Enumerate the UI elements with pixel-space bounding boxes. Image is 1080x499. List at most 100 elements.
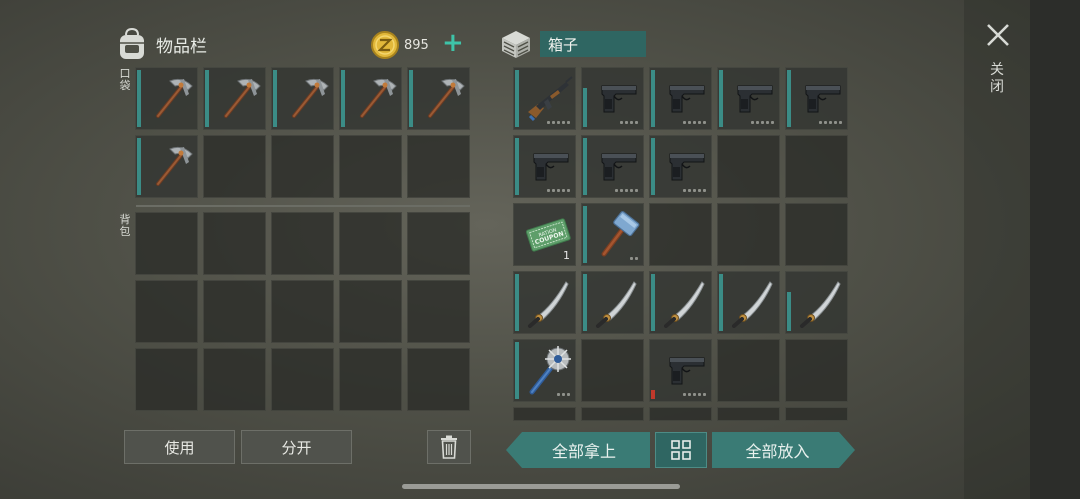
pistol-icon [601, 153, 637, 181]
durability-bar [583, 206, 587, 263]
box-slot[interactable] [649, 271, 712, 334]
durability-bar [651, 70, 655, 127]
box-slot[interactable] [649, 135, 712, 198]
box-slot[interactable] [581, 271, 644, 334]
box-slot[interactable] [513, 339, 576, 402]
box-slot[interactable]: RATION COUPON 1 [513, 203, 576, 266]
pocket-slot[interactable] [135, 135, 198, 198]
box-slot[interactable] [717, 203, 780, 266]
quality-dots [683, 393, 706, 396]
durability-bar [341, 70, 345, 127]
durability-bar [515, 342, 519, 399]
box-slot[interactable] [513, 407, 576, 421]
backpack-label: 背包 [119, 213, 131, 238]
sort-button[interactable] [655, 432, 707, 468]
box-slot[interactable] [649, 339, 712, 402]
box-slot[interactable] [581, 339, 644, 402]
box-slot[interactable] [717, 271, 780, 334]
grid-sort-icon [671, 440, 691, 460]
take-all-button[interactable]: 全部拿上 [506, 432, 650, 468]
backpack-slot[interactable] [407, 212, 470, 275]
pockets-grid [135, 67, 470, 198]
box-slot[interactable] [649, 67, 712, 130]
durability-bar [787, 292, 791, 331]
add-coins-button[interactable]: + [442, 28, 464, 58]
box-slot[interactable] [513, 135, 576, 198]
box-slot[interactable] [785, 407, 848, 421]
box-slot[interactable] [649, 203, 712, 266]
pocket-slot[interactable] [271, 135, 334, 198]
pocket-slot[interactable] [271, 67, 334, 130]
pocket-slot[interactable] [339, 67, 402, 130]
put-all-button[interactable]: 全部放入 [712, 432, 855, 468]
box-header: 箱子 [498, 28, 646, 60]
pickaxe-icon [224, 78, 261, 118]
backpack-slot[interactable] [339, 212, 402, 275]
box-slot[interactable] [785, 203, 848, 266]
box-slot[interactable] [717, 135, 780, 198]
box-slot[interactable] [649, 407, 712, 421]
backpack-slot[interactable] [271, 212, 334, 275]
box-slot[interactable] [581, 203, 644, 266]
box-slot[interactable] [513, 271, 576, 334]
box-slot[interactable] [581, 67, 644, 130]
box-slot[interactable] [717, 339, 780, 402]
backpack-slot[interactable] [271, 280, 334, 343]
box-slot[interactable] [581, 407, 644, 421]
box-slot[interactable] [785, 339, 848, 402]
backpack-slot[interactable] [407, 348, 470, 411]
box-slot[interactable] [785, 67, 848, 130]
backpack-icon [120, 27, 144, 59]
box-slot[interactable] [513, 67, 576, 130]
close-icon[interactable] [985, 22, 1011, 48]
sword-icon [732, 281, 773, 328]
backpack-slot[interactable] [271, 348, 334, 411]
box-slot[interactable] [717, 407, 780, 421]
backpack-slot[interactable] [203, 212, 266, 275]
right-edge-strip [1030, 0, 1080, 499]
mace-icon [529, 346, 571, 395]
section-divider [136, 205, 470, 207]
close-label[interactable]: 关闭 [989, 62, 1005, 96]
pocket-slot[interactable] [407, 67, 470, 130]
box-slot[interactable] [785, 135, 848, 198]
durability-bar [273, 70, 277, 127]
quality-dots [557, 393, 570, 396]
use-button[interactable]: 使用 [124, 430, 235, 464]
sword-icon [664, 281, 705, 328]
box-slot[interactable] [785, 271, 848, 334]
quality-dots [819, 121, 842, 124]
currency-display: 895 + [370, 28, 470, 60]
pocket-slot[interactable] [407, 135, 470, 198]
pistol-icon [805, 85, 841, 113]
hammer-icon [601, 211, 640, 257]
backpack-slot[interactable] [339, 280, 402, 343]
discard-button[interactable] [427, 430, 471, 464]
quality-dots [547, 121, 570, 124]
durability-bar [409, 70, 413, 127]
durability-bar [651, 390, 655, 399]
backpack-slot[interactable] [203, 280, 266, 343]
rifle-icon [528, 76, 573, 122]
quality-dots [547, 189, 570, 192]
sword-icon [800, 281, 841, 328]
backpack-slot[interactable] [203, 348, 266, 411]
backpack-slot[interactable] [135, 348, 198, 411]
split-button[interactable]: 分开 [241, 430, 352, 464]
pocket-slot[interactable] [203, 67, 266, 130]
pocket-slot[interactable] [135, 67, 198, 130]
box-slot[interactable] [717, 67, 780, 130]
durability-bar [137, 138, 141, 195]
box-slot[interactable] [581, 135, 644, 198]
durability-bar [583, 274, 587, 331]
backpack-slot[interactable] [135, 212, 198, 275]
coin-amount: 895 [404, 37, 429, 53]
pickaxe-icon [428, 78, 465, 118]
pocket-slot[interactable] [203, 135, 266, 198]
backpack-slot[interactable] [407, 280, 470, 343]
z-coin-icon [371, 31, 399, 59]
backpack-slot[interactable] [135, 280, 198, 343]
pocket-slot[interactable] [339, 135, 402, 198]
pistol-icon [669, 153, 705, 181]
backpack-slot[interactable] [339, 348, 402, 411]
